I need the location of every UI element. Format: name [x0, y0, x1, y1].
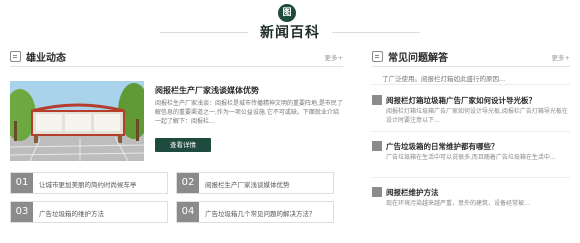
faq-header: 常见问题解答 更多+ — [372, 49, 570, 67]
document-icon — [10, 51, 21, 62]
question-icon — [372, 141, 382, 151]
faq-answer: 广告垃圾箱在生活中可以说很多,而且随着广告垃圾箱在生活中... — [386, 154, 556, 161]
list-item[interactable]: 01 让城市更加美丽的简约时尚候车亭 — [10, 172, 168, 194]
faq-item[interactable]: 阅报栏维护方法 现在环境污染越来越严重，意外的建筑，设备经常被... — [372, 187, 570, 223]
company-news-header: 雄业动态 更多+ — [10, 49, 343, 67]
featured-image[interactable] — [10, 81, 144, 161]
faq-item[interactable]: 广告垃圾箱的日常维护都有哪些？ 广告垃圾箱在生活中可以说很多,而且随着广告垃圾箱… — [372, 141, 570, 178]
faq-divider — [372, 84, 570, 85]
view-details-button[interactable]: 查看详情 — [155, 138, 211, 152]
document-icon — [372, 51, 383, 62]
faq-answer: 现在环境污染越来越严重，意外的建筑，设备经常被... — [386, 200, 530, 207]
item-title: 广告垃圾箱的维护方法 — [39, 210, 104, 218]
list-item[interactable]: 03 广告垃圾箱的维护方法 — [10, 201, 168, 223]
faq-more-link[interactable]: 更多+ — [552, 52, 570, 62]
divider — [372, 177, 570, 178]
item-title: 让城市更加美丽的简约时尚候车亭 — [39, 181, 137, 189]
item-number: 03 — [11, 202, 33, 222]
faq-title: 常见问题解答 — [388, 53, 448, 64]
item-title: 广告垃圾箱几个常见问题的解决方法？ — [205, 210, 316, 218]
list-item[interactable]: 04 广告垃圾箱几个常见问题的解决方法？ — [176, 201, 334, 223]
featured-title[interactable]: 阅报栏生产厂家浅谈媒体优势 — [155, 85, 259, 96]
item-title: 阅报栏生产厂家浅谈媒体优势 — [205, 181, 290, 189]
faq-question[interactable]: 广告垃圾箱的日常维护都有哪些？ — [386, 141, 499, 152]
faq-continued-text: 了广泛使用。阅报栏灯箱如此盛行的原因... — [382, 75, 506, 83]
header-divider-right — [332, 32, 420, 33]
item-number: 01 — [11, 173, 33, 193]
divider — [372, 84, 570, 85]
faq-question[interactable]: 阅报栏维护方法 — [386, 187, 439, 198]
question-icon — [372, 95, 382, 105]
item-number: 02 — [177, 173, 199, 193]
question-icon — [372, 187, 382, 197]
featured-description: 阅报栏生产厂家浅谈：阅报栏是城市传播精神文明的重要阵地,是市民了解信息的重要渠道… — [155, 100, 343, 125]
company-news-more-link[interactable]: 更多+ — [325, 52, 343, 62]
featured-article: 阅报栏生产厂家浅谈媒体优势 阅报栏生产厂家浅谈：阅报栏是城市传播精神文明的重要阵… — [10, 81, 343, 161]
item-number: 04 — [177, 202, 199, 222]
company-news-title: 雄业动态 — [26, 53, 66, 64]
news-logo-icon: 图 — [278, 4, 296, 22]
section-header: 图 新闻百科 — [0, 0, 580, 46]
faq-item[interactable]: 阅报栏灯箱垃圾箱广告厂家如何设计导光板？ 阅报栏灯箱垃圾箱广告厂家如何设计导光板… — [372, 95, 570, 132]
header-divider-left — [160, 32, 248, 33]
divider — [372, 131, 570, 132]
faq-answer: 阅报栏灯箱垃圾箱广告厂家如何设计导光板,阅报栏广告灯箱导光板在设计时要注意以下.… — [386, 108, 568, 124]
page-title: 新闻百科 — [260, 25, 320, 41]
faq-question[interactable]: 阅报栏灯箱垃圾箱广告厂家如何设计导光板？ — [386, 95, 536, 106]
list-item[interactable]: 02 阅报栏生产厂家浅谈媒体优势 — [176, 172, 334, 194]
